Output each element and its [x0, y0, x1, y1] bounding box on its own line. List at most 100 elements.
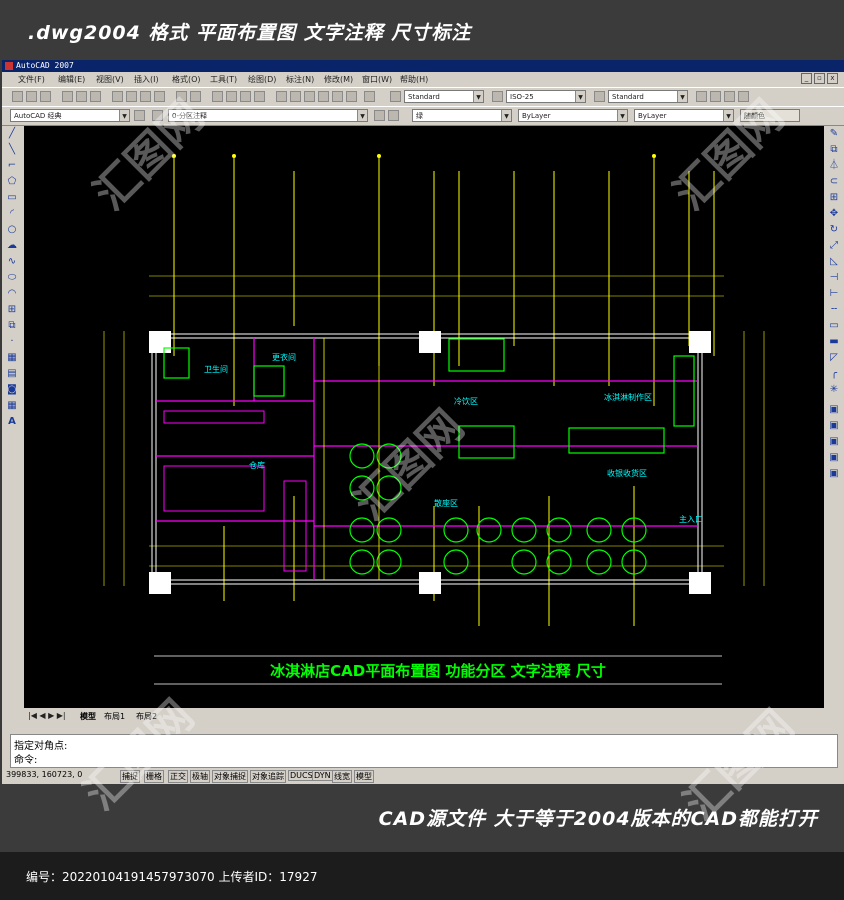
text-style-select[interactable]: Standard ▼ [404, 90, 484, 103]
otrack-toggle[interactable]: 对象追踪 [250, 770, 286, 783]
minimize-icon[interactable]: _ [801, 73, 812, 84]
polar-toggle[interactable]: 极轴 [190, 770, 210, 783]
paste-icon[interactable] [140, 91, 151, 102]
chamfer-icon[interactable]: ◸ [828, 352, 840, 364]
mtext-icon[interactable]: A [6, 416, 18, 428]
circle-icon[interactable]: ○ [6, 224, 18, 236]
revision-cloud-icon[interactable]: ☁ [6, 240, 18, 252]
region-icon[interactable]: ◙ [6, 384, 18, 396]
explode-icon[interactable]: ✳ [828, 384, 840, 396]
arc-icon[interactable]: ◜ [6, 208, 18, 220]
send-back-icon[interactable]: ▣ [828, 436, 840, 448]
leader-lines [173, 156, 715, 626]
menu-window[interactable]: 窗口(W) [362, 74, 392, 85]
publish-icon[interactable] [90, 91, 101, 102]
spline-icon[interactable]: ∿ [6, 256, 18, 268]
ellipse-arc-icon[interactable]: ◠ [6, 288, 18, 300]
copy-object-icon[interactable]: ⧉ [828, 144, 840, 156]
zoom-window-icon[interactable] [240, 91, 251, 102]
erase-icon[interactable]: ✎ [828, 128, 840, 140]
tool-palettes-icon[interactable] [304, 91, 315, 102]
help-icon[interactable] [364, 91, 375, 102]
offset-icon[interactable]: ⊂ [828, 176, 840, 188]
ortho-toggle[interactable]: 正交 [168, 770, 188, 783]
gradient-icon[interactable]: ▤ [6, 368, 18, 380]
array-icon[interactable]: ⊞ [828, 192, 840, 204]
make-layer-current-icon[interactable] [374, 110, 385, 121]
command-prompt[interactable]: 命令: [14, 751, 37, 766]
scale-icon[interactable]: ⤢ [828, 240, 840, 252]
extend-icon[interactable]: ⊢ [828, 288, 840, 300]
restore-icon[interactable]: ▫ [814, 73, 825, 84]
open-icon[interactable] [26, 91, 37, 102]
ducs-toggle[interactable]: DUCS [288, 770, 315, 781]
insert-block-icon[interactable]: ⊞ [6, 304, 18, 316]
sheet-set-icon[interactable] [318, 91, 329, 102]
break-icon[interactable]: ▭ [828, 320, 840, 332]
send-under-icon[interactable]: ▣ [828, 468, 840, 480]
workspace-select[interactable]: AutoCAD 经典 ▼ [10, 109, 130, 122]
menu-help[interactable]: 帮助(H) [400, 74, 428, 85]
mirror-icon[interactable]: ⏃ [828, 160, 840, 172]
lineweight-toggle[interactable]: 线宽 [332, 770, 352, 783]
print-icon[interactable] [62, 91, 73, 102]
menu-dimension[interactable]: 标注(N) [286, 74, 314, 85]
bring-front-icon[interactable]: ▣ [828, 420, 840, 432]
new-icon[interactable] [12, 91, 23, 102]
save-icon[interactable] [40, 91, 51, 102]
dyn-toggle[interactable]: DYN [312, 770, 333, 781]
menu-insert[interactable]: 插入(I) [134, 74, 159, 85]
polyline-icon[interactable]: ⌐ [6, 160, 18, 172]
menu-file[interactable]: 文件(F) [18, 74, 45, 85]
zoom-previous-icon[interactable] [254, 91, 265, 102]
design-center-icon[interactable] [290, 91, 301, 102]
rectangle-icon[interactable]: ▭ [6, 192, 18, 204]
dim-linear-icon[interactable] [696, 91, 707, 102]
dim-style-select[interactable]: ISO-25 ▼ [506, 90, 586, 103]
table-icon[interactable]: ▦ [6, 400, 18, 412]
redo-icon[interactable] [190, 91, 201, 102]
point-icon[interactable]: · [6, 336, 18, 348]
tab-nav-arrows[interactable]: |◀ ◀ ▶ ▶| [28, 711, 66, 720]
osnap-toggle[interactable]: 对象捕捉 [212, 770, 248, 783]
preview-icon[interactable] [76, 91, 87, 102]
menu-view[interactable]: 视图(V) [96, 74, 124, 85]
properties-icon[interactable] [276, 91, 287, 102]
move-icon[interactable]: ✥ [828, 208, 840, 220]
color-select[interactable]: 绿 ▼ [412, 109, 512, 122]
fillet-icon[interactable]: ╭ [828, 368, 840, 380]
pan-icon[interactable] [212, 91, 223, 102]
menu-edit[interactable]: 编辑(E) [58, 74, 85, 85]
stretch-icon[interactable]: ◺ [828, 256, 840, 268]
menu-format[interactable]: 格式(O) [172, 74, 201, 85]
make-block-icon[interactable]: ⧉ [6, 320, 18, 332]
join-icon[interactable]: ▬ [828, 336, 840, 348]
construction-line-icon[interactable]: ╲ [6, 144, 18, 156]
hatch-icon[interactable]: ▦ [6, 352, 18, 364]
table-style-select[interactable]: Standard ▼ [608, 90, 688, 103]
break-point-icon[interactable]: ╌ [828, 304, 840, 316]
bring-above-icon[interactable]: ▣ [828, 452, 840, 464]
calculator-icon[interactable] [346, 91, 357, 102]
markup-icon[interactable] [332, 91, 343, 102]
copy-icon[interactable] [126, 91, 137, 102]
zoom-realtime-icon[interactable] [226, 91, 237, 102]
draw-order-icon[interactable]: ▣ [828, 404, 840, 416]
linetype-select[interactable]: ByLayer ▼ [518, 109, 628, 122]
layer-previous-icon[interactable] [388, 110, 399, 121]
chevron-down-icon: ▼ [617, 110, 627, 121]
trim-icon[interactable]: ⊣ [828, 272, 840, 284]
model-toggle[interactable]: 模型 [354, 770, 374, 783]
dim-aligned-icon[interactable] [710, 91, 721, 102]
line-icon[interactable]: ╱ [6, 128, 18, 140]
menu-tools[interactable]: 工具(T) [210, 74, 237, 85]
close-icon[interactable]: x [827, 73, 838, 84]
cut-icon[interactable] [112, 91, 123, 102]
text-style-icon [390, 91, 401, 102]
polygon-icon[interactable]: ⬠ [6, 176, 18, 188]
rotate-icon[interactable]: ↻ [828, 224, 840, 236]
menu-draw[interactable]: 绘图(D) [248, 74, 276, 85]
tab-model[interactable]: 模型 [80, 711, 96, 722]
menu-modify[interactable]: 修改(M) [324, 74, 353, 85]
ellipse-icon[interactable]: ⬭ [6, 272, 18, 284]
